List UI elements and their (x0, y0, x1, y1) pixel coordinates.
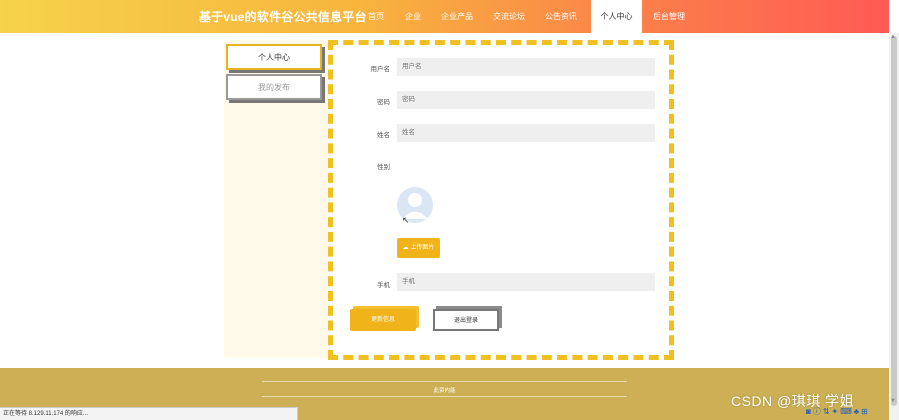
gender-label: 性别 (377, 164, 390, 171)
nav-announcements[interactable]: 公告资讯 (545, 0, 577, 33)
tray-info-icon[interactable]: ⓘ (813, 406, 821, 417)
side-menu-personal-center[interactable]: 个人中心 (226, 44, 322, 70)
tray-grid-icon[interactable]: ⊞ (861, 407, 868, 416)
upload-button-label: 上传图片 (410, 245, 435, 251)
site-title: 基于vue的软件谷公共信息平台 (199, 10, 367, 24)
phone-input[interactable] (397, 273, 655, 291)
mouse-cursor-icon: ↖ (402, 215, 410, 225)
nav-personal-center[interactable]: 个人中心 (591, 0, 642, 33)
top-navbar: 基于vue的软件谷公共信息平台 首页 企业 企业产品 交流论坛 公告资讯 个人中… (0, 0, 889, 33)
tray-keyboard-icon[interactable]: ⌨ (840, 407, 852, 416)
system-tray: ◙ ⓘ ⇅ ✦ ⌨ ♣ ⊞ (806, 404, 886, 418)
username-input[interactable] (397, 58, 655, 76)
nav-admin[interactable]: 后台管理 (653, 0, 685, 33)
tray-shirt-icon[interactable]: ♣ (854, 407, 859, 416)
logout-button[interactable]: 退出登录 (433, 309, 499, 331)
side-menu-my-posts[interactable]: 我的发布 (226, 74, 322, 100)
tray-network-icon[interactable]: ⇅ (823, 407, 830, 416)
footer-text: 此资内能 (433, 388, 456, 394)
nav-home[interactable]: 首页 (368, 0, 384, 33)
scroll-down-icon[interactable]: ▼ (890, 398, 896, 404)
nav-enterprise[interactable]: 企业 (405, 0, 421, 33)
cloud-upload-icon: ☁ (402, 245, 409, 251)
scrollbar-thumb[interactable] (891, 36, 897, 406)
name-label: 姓名 (377, 132, 390, 139)
tray-pin-icon[interactable]: ✦ (832, 407, 839, 416)
update-info-button[interactable]: 更新信息 (350, 309, 416, 331)
nav-enterprise-products[interactable]: 企业产品 (441, 0, 473, 33)
upload-image-button[interactable]: ☁ 上传图片 (397, 238, 440, 258)
name-input[interactable] (397, 124, 655, 142)
password-input[interactable] (397, 91, 655, 109)
footer-divider-top (262, 381, 627, 382)
footer-divider-bottom (262, 396, 627, 397)
browser-status-bar: 正在等待 8.129.11.174 的响应... (0, 407, 298, 420)
password-label: 密码 (377, 99, 390, 106)
username-label: 用户名 (370, 66, 391, 73)
nav-forum[interactable]: 交流论坛 (493, 0, 525, 33)
phone-label: 手机 (377, 282, 390, 289)
scroll-up-icon[interactable]: ▲ (890, 34, 896, 40)
tray-app-icon[interactable]: ◙ (806, 407, 811, 416)
